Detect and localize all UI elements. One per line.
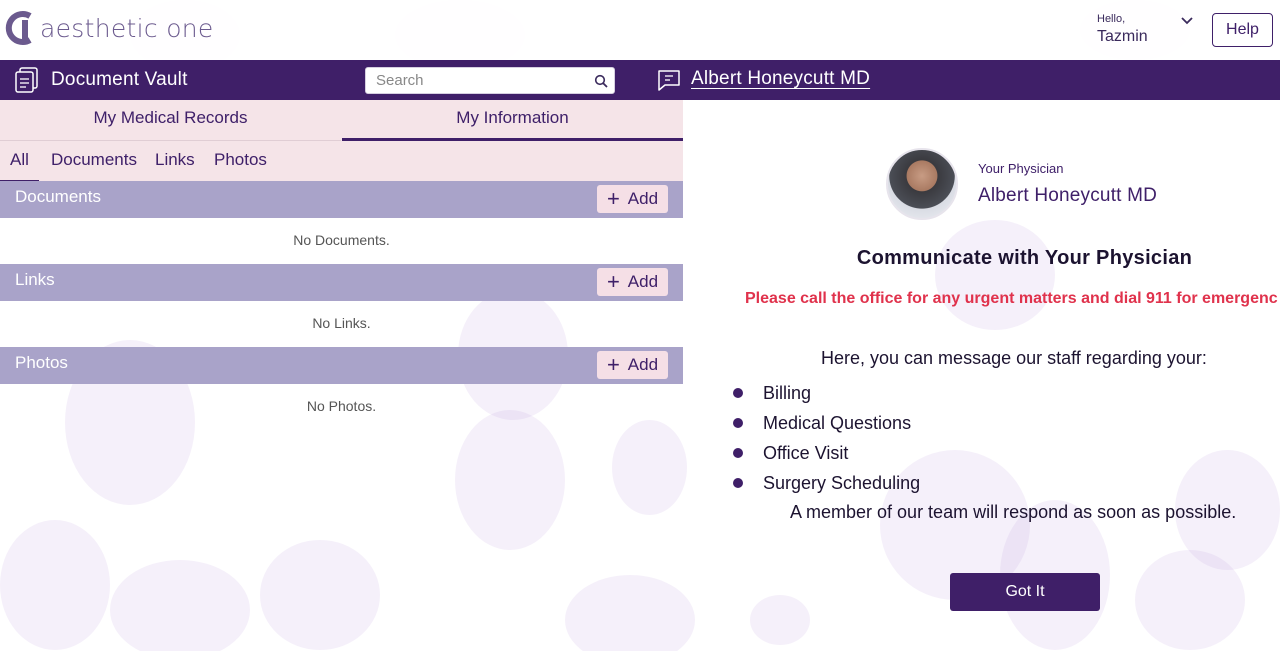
app-header: aesthetic one Hello, Tazmin Help — [0, 0, 1280, 60]
documents-panel: My Medical Records My Information All Do… — [0, 100, 683, 651]
add-document-label: Add — [627, 189, 659, 208]
greeting-text: Hello, — [1097, 13, 1126, 25]
documents-section-title: Documents — [15, 187, 101, 206]
photos-section-header: Photos + Add — [0, 347, 683, 384]
logo-text: aesthetic one — [40, 13, 214, 43]
page-title: Document Vault — [51, 69, 188, 90]
documents-empty-text: No Documents. — [293, 232, 390, 248]
help-button[interactable]: Help — [1212, 13, 1273, 47]
physician-name: Albert Honeycutt MD — [978, 185, 1158, 206]
list-item: Surgery Scheduling — [733, 470, 920, 500]
communicate-title: Communicate with Your Physician — [856, 247, 1193, 269]
documents-section-header: Documents + Add — [0, 181, 683, 218]
plus-icon: + — [606, 269, 620, 294]
list-item: Medical Questions — [733, 410, 920, 440]
records-tabs: My Medical Records My Information — [0, 100, 683, 141]
add-link-button[interactable]: + Add — [597, 268, 668, 296]
topics-list: Billing Medical Questions Office Visit S… — [733, 380, 920, 500]
plus-icon: + — [606, 186, 620, 211]
tab-my-medical-records[interactable]: My Medical Records — [0, 100, 341, 141]
subtab-documents[interactable]: Documents — [51, 150, 137, 170]
add-document-button[interactable]: + Add — [597, 185, 668, 213]
add-photo-button[interactable]: + Add — [597, 351, 668, 379]
urgent-notice: Please call the office for any urgent ma… — [745, 290, 1278, 307]
add-link-label: Add — [627, 272, 659, 291]
physician-message-panel: Your Physician Albert Honeycutt MD Commu… — [683, 100, 1280, 651]
list-item: Office Visit — [733, 440, 920, 470]
logo-mark-icon — [5, 11, 32, 45]
tab-my-information[interactable]: My Information — [342, 100, 683, 141]
chevron-down-icon[interactable] — [1180, 14, 1194, 28]
subtab-all[interactable]: All — [0, 150, 39, 183]
search-icon[interactable] — [594, 74, 608, 88]
response-note: A member of our team will respond as soo… — [790, 502, 1237, 522]
user-name: Tazmin — [1097, 28, 1148, 45]
add-photo-label: Add — [627, 355, 659, 374]
search-field[interactable] — [365, 67, 615, 94]
subtab-links[interactable]: Links — [155, 150, 195, 170]
got-it-button[interactable]: Got It — [950, 573, 1100, 611]
plus-icon: + — [606, 352, 620, 377]
photos-section-title: Photos — [15, 353, 68, 372]
user-greeting[interactable]: Hello, Tazmin — [1097, 13, 1148, 46]
physician-link[interactable]: Albert Honeycutt MD — [691, 68, 870, 90]
document-vault-bar: Document Vault Albert Honeycutt MD — [0, 60, 1280, 100]
intro-text: Here, you can message our staff regardin… — [821, 348, 1207, 368]
photos-empty-text: No Photos. — [306, 398, 377, 414]
your-physician-label: Your Physician — [978, 161, 1064, 176]
aesthetic-one-logo[interactable]: aesthetic one — [0, 10, 214, 46]
links-section-header: Links + Add — [0, 264, 683, 301]
list-item: Billing — [733, 380, 920, 410]
document-vault-icon — [15, 67, 38, 93]
search-input[interactable] — [366, 68, 586, 93]
subtab-photos[interactable]: Photos — [214, 150, 267, 170]
filter-subtabs: All Documents Links Photos — [0, 141, 683, 183]
message-icon — [658, 70, 680, 91]
links-section-title: Links — [15, 270, 55, 289]
physician-avatar — [886, 148, 958, 220]
links-empty-text: No Links. — [312, 315, 371, 331]
